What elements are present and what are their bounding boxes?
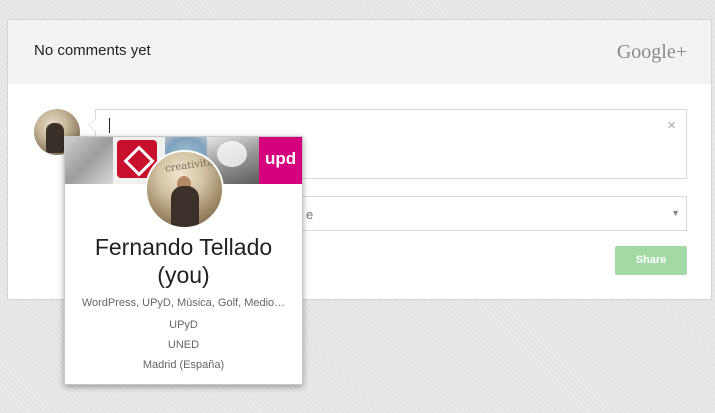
profile-education: UNED — [167, 339, 200, 351]
avatar-caption: creativitat — [164, 156, 218, 175]
profile-name[interactable]: Fernando Tellado (you) — [65, 233, 302, 289]
profile-avatar[interactable]: creativitat — [145, 150, 224, 229]
cover-tile-image — [65, 137, 113, 184]
widget-header: No comments yet Google+ — [8, 20, 711, 84]
share-button[interactable]: Share — [615, 246, 687, 275]
profile-organization: UPyD — [169, 319, 198, 331]
share-audience-value: e — [306, 207, 314, 222]
avatar-figure — [46, 123, 64, 153]
profile-location: Madrid (España) — [142, 359, 225, 371]
profile-hovercard: upd creativitat Fernando Tellado (you) W… — [64, 136, 303, 385]
google-plus-logo[interactable]: Google+ — [617, 41, 687, 64]
social-bubble-icon — [217, 141, 247, 167]
profile-name-line: Fernando Tellado — [94, 234, 273, 260]
profile-interests: WordPress, UPyD, Música, Golf, Medio… — [81, 297, 286, 309]
text-caret — [109, 118, 110, 133]
comments-count-title: No comments yet — [34, 42, 151, 59]
profile-you-label: (you) — [157, 262, 210, 288]
chevron-down-icon[interactable]: ▼ — [671, 208, 680, 218]
upd-logo-text: upd — [265, 149, 297, 168]
close-icon[interactable]: × — [667, 118, 676, 133]
avatar-figure — [171, 186, 199, 227]
cover-tile-upd: upd — [259, 137, 302, 184]
